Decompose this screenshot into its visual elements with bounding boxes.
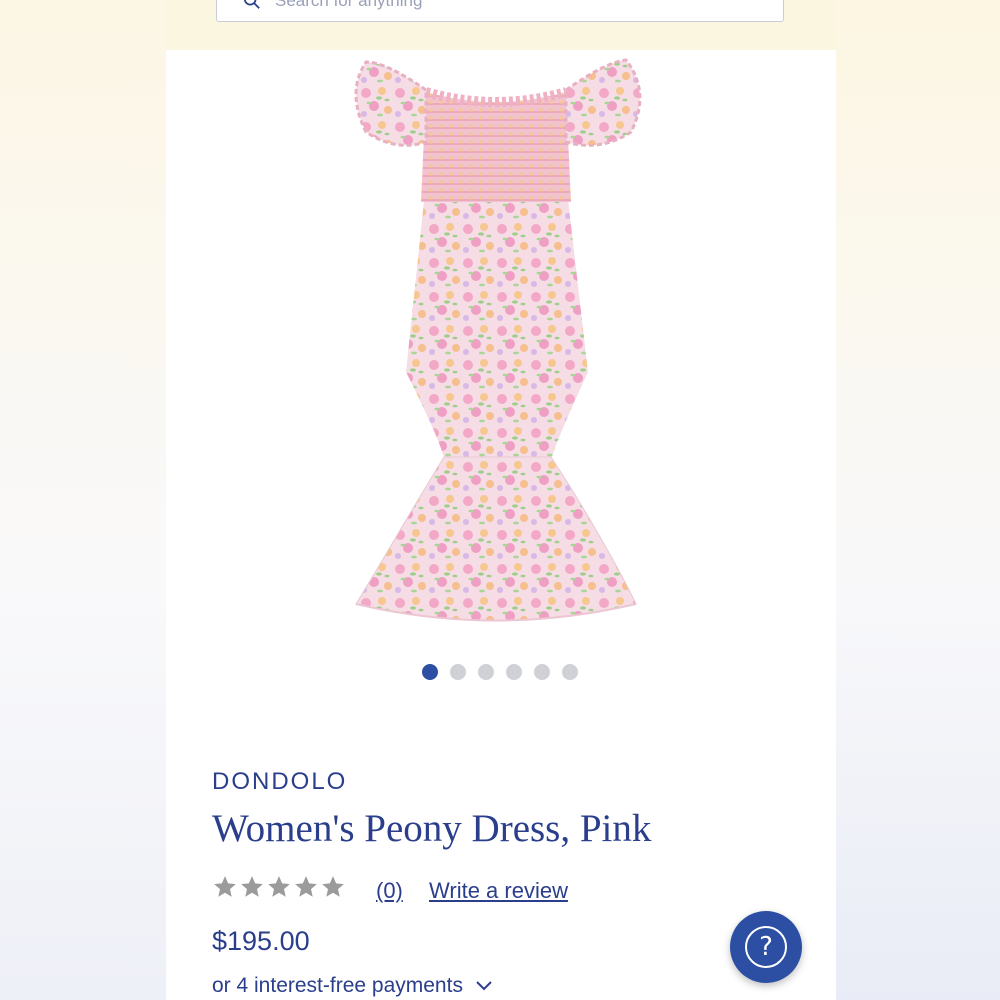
rating-stars <box>212 874 346 900</box>
chevron-down-icon <box>476 981 492 991</box>
carousel-dot[interactable] <box>506 664 522 680</box>
header: Search for anything <box>166 0 836 50</box>
carousel-dot[interactable] <box>562 664 578 680</box>
background-right <box>836 0 1000 1000</box>
carousel-dot[interactable] <box>450 664 466 680</box>
search-placeholder: Search for anything <box>275 0 423 10</box>
brand-name[interactable]: DONDOLO <box>212 768 347 796</box>
image-carousel-dots <box>422 664 578 680</box>
product-image[interactable] <box>326 52 671 642</box>
installments-toggle[interactable]: or 4 interest-free payments <box>212 974 493 998</box>
star-icon <box>295 876 317 897</box>
product-price: $195.00 <box>212 926 310 956</box>
star-icon <box>214 876 236 897</box>
carousel-dot[interactable] <box>534 664 550 680</box>
product-title: Women's Peony Dress, Pink <box>212 807 652 850</box>
star-icon <box>268 876 290 897</box>
installments-label: or 4 interest-free payments <box>212 974 463 997</box>
star-icon <box>241 876 263 897</box>
write-review-link[interactable]: Write a review <box>429 878 568 904</box>
question-mark-icon: ? <box>745 926 787 968</box>
background-left <box>0 0 166 1000</box>
search-input[interactable]: Search for anything <box>216 0 784 22</box>
star-icon <box>322 876 344 897</box>
product-page: Search for anything DONDOLO Women's Peon… <box>166 0 836 1000</box>
carousel-dot[interactable] <box>422 664 438 680</box>
help-button[interactable]: ? <box>730 911 802 983</box>
search-icon <box>243 0 260 9</box>
review-count-link[interactable]: (0) <box>376 878 403 904</box>
carousel-dot[interactable] <box>478 664 494 680</box>
